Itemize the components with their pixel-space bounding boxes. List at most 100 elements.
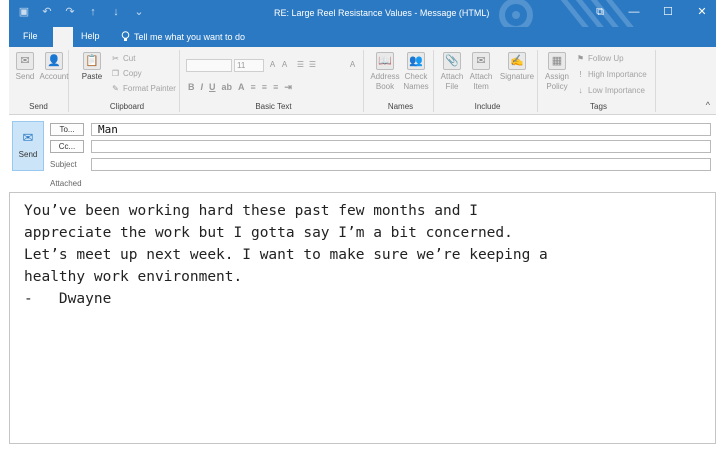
format-buttons: B I U ab A ≡ ≡ ≡ ⇥ — [188, 82, 292, 93]
send-button-label: Send — [18, 150, 38, 159]
save-icon[interactable]: ▣ — [17, 5, 31, 19]
menu-bar: File Help Tell me what you want to do — [9, 27, 716, 48]
window-title: RE: Large Reel Resistance Values - Messa… — [274, 8, 490, 18]
ribbon-group-label: Basic Text — [255, 102, 292, 111]
send-envelope-icon: ✉ — [22, 130, 34, 145]
subject-label: Subject — [50, 160, 77, 169]
message-body[interactable]: You’ve been working hard these past few … — [9, 192, 716, 444]
body-line: healthy work environment. — [24, 269, 243, 285]
paintbrush-icon: ✎ — [112, 84, 119, 93]
font-name-input[interactable] — [186, 59, 232, 72]
copy-icon: ❐ — [111, 69, 120, 78]
to-button[interactable]: To... — [50, 123, 84, 136]
signature-label: Signature — [499, 72, 535, 81]
account-icon: 👤 — [45, 52, 63, 70]
italic-button[interactable]: I — [201, 82, 204, 93]
high-importance-button[interactable]: ! High Importance — [576, 70, 646, 79]
bullets-icon: ☰ — [296, 60, 305, 69]
send-ribbon-button[interactable]: ✉ Send — [13, 52, 37, 82]
subject-field[interactable] — [91, 158, 711, 171]
highlight-icon[interactable]: ab — [222, 82, 233, 93]
signature-icon: ✍ — [508, 52, 526, 70]
align-left-icon[interactable]: ≡ — [251, 82, 256, 93]
attached-label: Attached — [50, 179, 82, 188]
format-painter-button[interactable]: ✎ Format Painter — [111, 84, 176, 93]
send-ribbon-label: Send — [15, 72, 35, 81]
align-center-icon[interactable]: ≡ — [262, 82, 267, 93]
up-arrow-icon[interactable]: ↑ — [86, 5, 100, 19]
styles-button[interactable]: A — [348, 60, 357, 69]
body-line: You’ve been working hard these past few … — [24, 203, 478, 219]
assign-policy-label-1: Assign — [544, 72, 569, 81]
low-importance-button[interactable]: ↓ Low Importance — [576, 86, 645, 95]
paste-label: Paste — [81, 72, 103, 81]
undo-icon[interactable]: ↶ — [40, 5, 54, 19]
send-button[interactable]: ✉ Send — [12, 121, 44, 171]
styles-icon: A — [349, 60, 356, 69]
tell-me-search[interactable]: Tell me what you want to do — [121, 31, 245, 42]
attach-item-label-1: Attach — [469, 72, 493, 81]
align-right-icon[interactable]: ≡ — [273, 82, 278, 93]
grow-font-icon: A — [269, 60, 276, 69]
paste-button[interactable]: 📋 Paste — [77, 52, 107, 82]
restore-ribbon-icon[interactable]: ⧉ — [592, 4, 608, 20]
ribbon-group-include: 📎 Attach File ✉ Attach Item ✍ Signature … — [438, 50, 538, 112]
check-names-button[interactable]: 👥 Check Names — [401, 52, 431, 92]
maximize-icon[interactable]: ☐ — [660, 4, 676, 20]
tab-help[interactable]: Help — [81, 31, 100, 41]
bullets-button[interactable]: ☰ ☰ — [296, 60, 317, 69]
attach-file-label-2: File — [445, 82, 459, 91]
account-label: Account — [39, 72, 69, 81]
tab-file[interactable]: File — [23, 31, 38, 41]
account-button[interactable]: 👤 Account — [39, 52, 69, 82]
ribbon-group-label: Send — [29, 102, 48, 111]
indent-icon[interactable]: ⇥ — [284, 82, 292, 93]
down-arrow-icon[interactable]: ↓ — [109, 5, 123, 19]
cc-button[interactable]: Cc... — [50, 140, 84, 153]
font-color-icon[interactable]: A — [238, 82, 245, 93]
signature-button[interactable]: ✍ Signature — [498, 52, 536, 82]
bold-button[interactable]: B — [188, 82, 195, 93]
follow-up-button[interactable]: ⚑ Follow Up — [576, 54, 624, 63]
ribbon-group-send: ✉ Send 👤 Account Send — [9, 50, 69, 112]
assign-policy-label-2: Policy — [546, 82, 568, 91]
attach-file-button[interactable]: 📎 Attach File — [438, 52, 466, 92]
address-book-button[interactable]: 📖 Address Book — [370, 52, 400, 92]
ribbon-group-clipboard: 📋 Paste ✂ Cut ❐ Copy ✎ Format Painter Cl… — [75, 50, 180, 112]
copy-label: Copy — [123, 69, 142, 78]
to-field[interactable]: Man — [91, 123, 711, 136]
customize-icon[interactable]: ⌄ — [132, 5, 146, 19]
address-book-icon: 📖 — [376, 52, 394, 70]
cc-field[interactable] — [91, 140, 711, 153]
font-grow-shrink[interactable]: A A — [268, 60, 289, 69]
body-line: appreciate the work but I gotta say I’m … — [24, 225, 513, 241]
send-icon: ✉ — [16, 52, 34, 70]
follow-up-label: Follow Up — [588, 54, 624, 63]
ribbon-group-basic-text: 11 A A ☰ ☰ A B I U ab A ≡ ≡ ≡ ⇥ Basic Te… — [184, 50, 364, 112]
window-controls: ⧉ — ☐ ✕ — [592, 4, 710, 20]
envelope-icon: ✉ — [472, 52, 490, 70]
lightbulb-icon — [121, 31, 130, 41]
title-bar: ▣ ↶ ↷ ↑ ↓ ⌄ RE: Large Reel Resistance Va… — [9, 0, 716, 27]
ribbon-group-label: Include — [474, 102, 501, 111]
tell-me-label: Tell me what you want to do — [134, 31, 246, 42]
flag-icon: ⚑ — [576, 54, 585, 63]
close-icon[interactable]: ✕ — [694, 4, 710, 20]
ribbon-group-names: 📖 Address Book 👥 Check Names Names — [368, 50, 434, 112]
copy-button[interactable]: ❐ Copy — [111, 69, 142, 78]
address-book-label-2: Book — [375, 82, 395, 91]
attach-item-button[interactable]: ✉ Attach Item — [467, 52, 495, 92]
cut-label: Cut — [123, 54, 136, 63]
minimize-icon[interactable]: — — [626, 4, 642, 20]
tab-message[interactable] — [53, 27, 73, 48]
assign-policy-button[interactable]: ▦ Assign Policy — [542, 52, 572, 92]
exclamation-icon: ! — [579, 70, 582, 79]
ribbon-group-label: Names — [387, 102, 414, 111]
collapse-ribbon-icon[interactable]: ^ — [706, 100, 710, 110]
underline-button[interactable]: U — [209, 82, 216, 93]
attach-file-label-1: Attach — [440, 72, 464, 81]
redo-icon[interactable]: ↷ — [63, 5, 77, 19]
font-size-input[interactable]: 11 — [234, 59, 264, 72]
cut-button[interactable]: ✂ Cut — [111, 54, 135, 63]
quick-access-toolbar: ▣ ↶ ↷ ↑ ↓ ⌄ — [17, 5, 146, 19]
